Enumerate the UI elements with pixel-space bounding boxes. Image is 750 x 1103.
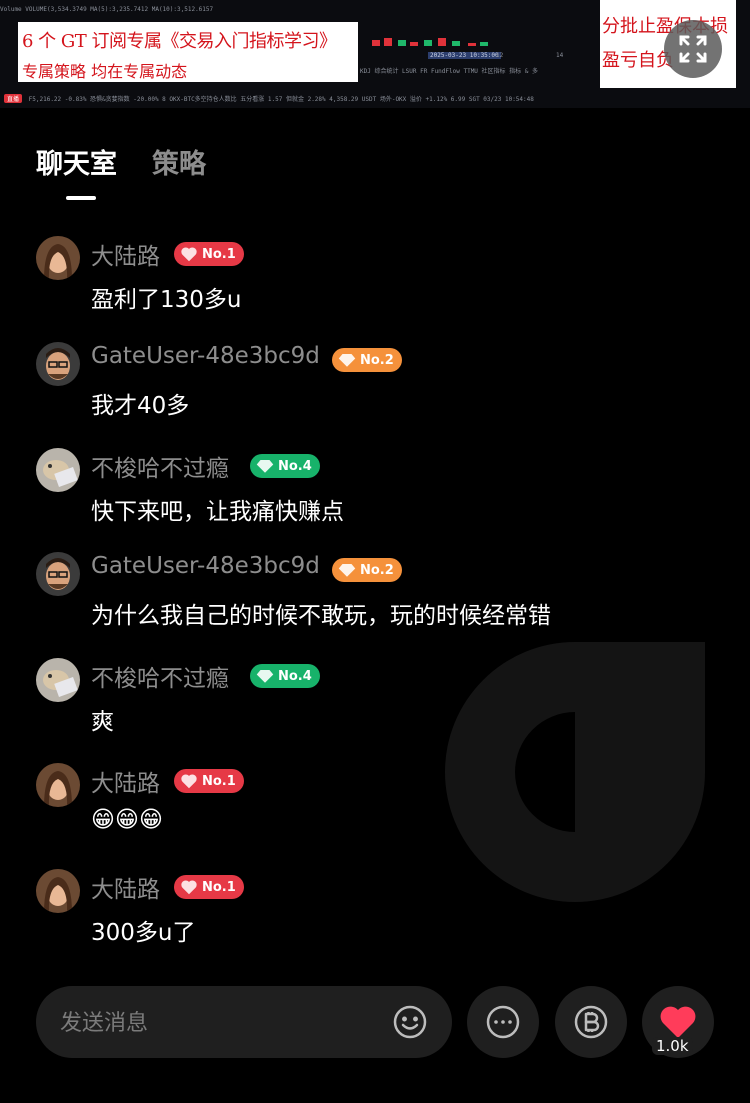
bitcoin-icon xyxy=(574,1005,608,1039)
chart-tick-14: 14 xyxy=(556,52,564,59)
diamond-icon xyxy=(256,670,274,683)
rank-label: No.2 xyxy=(360,352,394,368)
chart-date-label: 2025-03-23 10:35:00 xyxy=(428,52,501,59)
avatar[interactable] xyxy=(36,342,80,386)
rank-badge: No.2 xyxy=(332,348,402,372)
bitcoin-button[interactable] xyxy=(555,986,627,1058)
promo-caption-line1: 6 个 GT 订阅专属《交易入门指标学习》 xyxy=(22,31,337,52)
diamond-icon xyxy=(256,460,274,473)
message-input-box xyxy=(36,986,452,1058)
rank-label: No.1 xyxy=(202,246,236,262)
live-badge: 直播 xyxy=(4,94,23,103)
heart-icon xyxy=(181,774,197,789)
rank-label: No.1 xyxy=(202,773,236,789)
tab-chatroom[interactable]: 聊天室 xyxy=(36,142,117,181)
heart-icon xyxy=(181,880,197,895)
heart-icon xyxy=(660,1006,696,1038)
message-text: 盈利了130多u xyxy=(91,287,242,313)
avatar[interactable] xyxy=(36,763,80,807)
message-text: 为什么我自己的时候不敢玩，玩的时候经常错 xyxy=(91,603,551,629)
rank-badge: No.4 xyxy=(250,454,320,478)
message-text: 爽 xyxy=(91,709,114,735)
avatar[interactable] xyxy=(36,552,80,596)
message-text: 我才40多 xyxy=(91,393,190,419)
message-text: 快下来吧，让我痛快赚点 xyxy=(91,499,344,525)
rank-badge: No.1 xyxy=(174,769,244,793)
emoji-icon[interactable] xyxy=(392,1004,428,1040)
username: 大陆路 xyxy=(91,877,160,903)
avatar[interactable] xyxy=(36,658,80,702)
rank-badge: No.4 xyxy=(250,664,320,688)
username: 大陆路 xyxy=(91,771,160,797)
rank-label: No.4 xyxy=(278,668,312,684)
diamond-icon xyxy=(338,354,356,367)
gate-logo-watermark xyxy=(445,642,705,902)
live-video-preview[interactable]: Volume VOLUME(3,534.3749 MA(5):3,235.741… xyxy=(0,0,750,108)
chart-tick-12: 12 xyxy=(496,52,504,59)
more-dots-icon xyxy=(486,1005,520,1039)
message-text: 300多u了 xyxy=(91,920,196,946)
rank-badge: No.2 xyxy=(332,558,402,582)
rank-badge: No.1 xyxy=(174,875,244,899)
promo-caption-line2: 专属策略 均在专属动态 xyxy=(22,62,188,81)
expand-icon xyxy=(679,35,707,63)
avatar[interactable] xyxy=(36,236,80,280)
rank-label: No.4 xyxy=(278,458,312,474)
rank-label: No.1 xyxy=(202,879,236,895)
fullscreen-button[interactable] xyxy=(664,20,722,78)
username: 不梭哈不过瘾 xyxy=(91,456,229,482)
tab-strategy[interactable]: 策略 xyxy=(152,142,206,181)
username: GateUser-48e3bc9d xyxy=(91,343,320,369)
rank-label: No.2 xyxy=(360,562,394,578)
chart-status-row: F5,216.22 -0.83% 恐惧&贪婪指数 -20.00% 8 OKX-B… xyxy=(28,96,534,103)
avatar[interactable] xyxy=(36,869,80,913)
message-text: 😁😁😁 xyxy=(91,807,163,833)
diamond-icon xyxy=(338,564,356,577)
message-input[interactable] xyxy=(58,1006,382,1040)
like-count: 1.0k xyxy=(652,1037,693,1055)
promo-caption-left: 6 个 GT 订阅专属《交易入门指标学习》 专属策略 均在专属动态 xyxy=(18,22,358,82)
active-tab-indicator xyxy=(66,196,96,200)
heart-icon xyxy=(181,247,197,262)
username: GateUser-48e3bc9d xyxy=(91,553,320,579)
rank-badge: No.1 xyxy=(174,242,244,266)
more-options-button[interactable] xyxy=(467,986,539,1058)
avatar[interactable] xyxy=(36,448,80,492)
username: 大陆路 xyxy=(91,244,160,270)
username: 不梭哈不过瘾 xyxy=(91,666,229,692)
